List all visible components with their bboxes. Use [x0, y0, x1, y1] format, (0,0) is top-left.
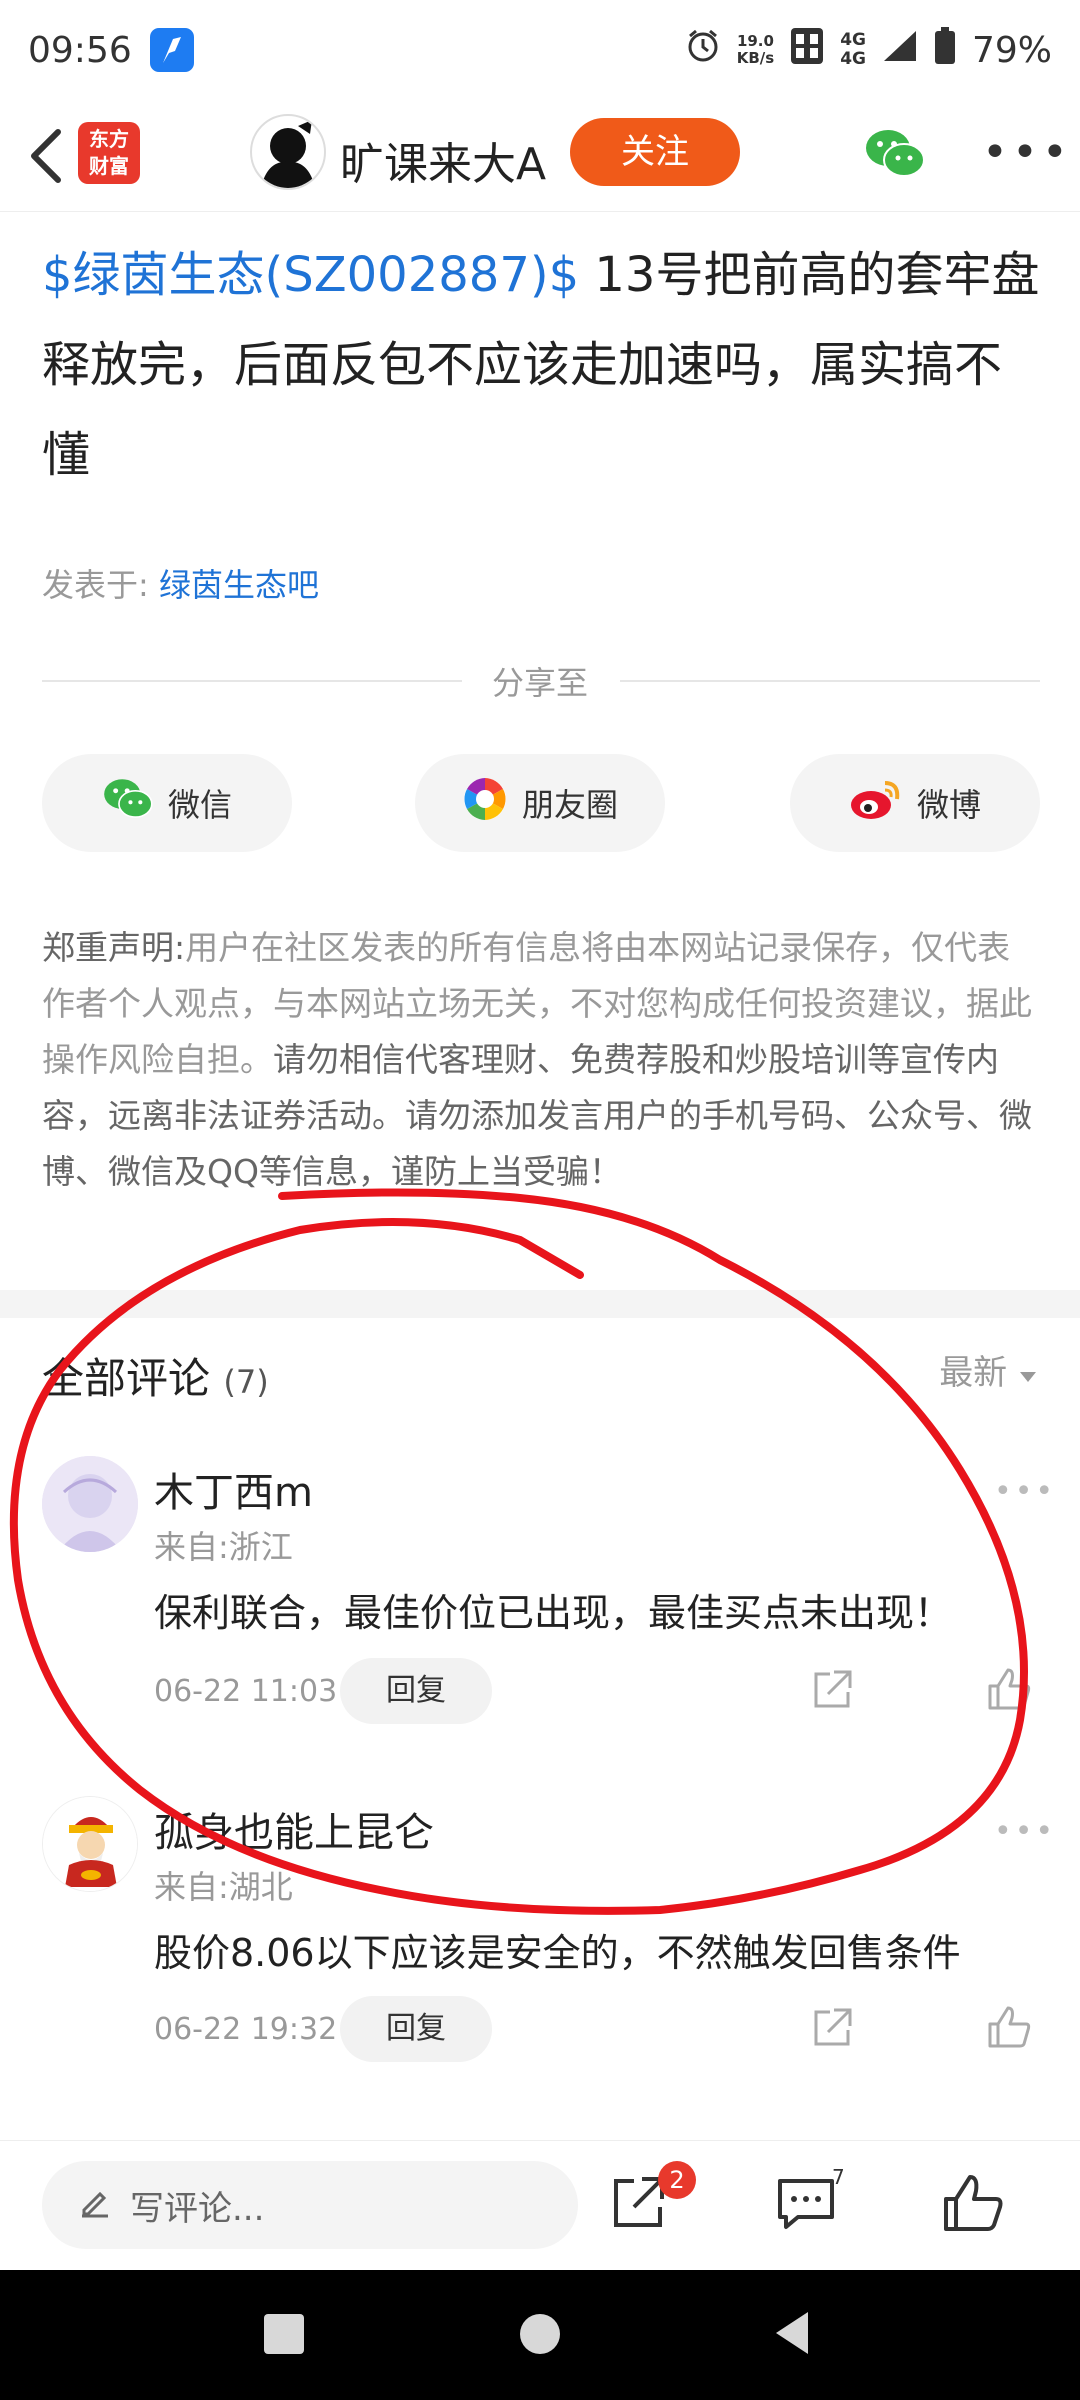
status-time: 09:56: [28, 29, 132, 71]
sort-dropdown[interactable]: 最新: [939, 1345, 1038, 1394]
network-speed: 19.0 KB/s: [736, 32, 775, 67]
caret-down-icon: [1018, 1353, 1038, 1393]
feather-app-icon: [149, 28, 194, 72]
comments-title: 全部评论 (7): [42, 1354, 269, 1403]
comment-more-icon[interactable]: •••: [994, 1814, 1056, 1849]
bottom-action-bar: 写评论... 2 7: [0, 2140, 1080, 2270]
commenter-location: 来自:浙江: [154, 1528, 293, 1566]
pencil-icon: [78, 2184, 112, 2227]
commenter-name[interactable]: 孤身也能上昆仑: [154, 1800, 434, 1858]
commenter-avatar[interactable]: [42, 1456, 138, 1552]
comment-count-badge: 7: [832, 2165, 845, 2189]
disclaimer-title: 郑重声明:: [42, 928, 186, 967]
write-comment-placeholder: 写评论...: [130, 2188, 265, 2229]
share-wechat-label: 微信: [167, 786, 232, 824]
share-moments-label: 朋友圈: [521, 786, 618, 824]
follow-button[interactable]: 关注: [570, 118, 740, 186]
alarm-icon: [685, 28, 721, 73]
comment-like-icon[interactable]: [986, 1666, 1032, 1712]
post-header: 东方 财富 旷课来大A 关注 •••: [0, 100, 1080, 212]
share-weibo-label: 微博: [916, 786, 981, 824]
section-divider: [0, 1290, 1080, 1318]
write-comment-input[interactable]: 写评论...: [42, 2161, 578, 2249]
wechat-share-icon[interactable]: [864, 126, 926, 182]
comment-text: 保利联合，最佳价位已出现，最佳买点未出现！: [154, 1591, 953, 1635]
battery-icon: [934, 26, 956, 74]
comment-share-icon[interactable]: [810, 2006, 854, 2050]
author-name[interactable]: 旷课来大A: [340, 128, 546, 192]
comment-like-icon[interactable]: [986, 2004, 1032, 2050]
battery-level: 79%: [971, 29, 1052, 71]
comment-time: 06-22 11:03: [154, 1674, 338, 1709]
weibo-icon: [849, 777, 903, 829]
share-wechat-button[interactable]: 微信: [42, 754, 292, 852]
more-options-icon[interactable]: •••: [982, 131, 1072, 175]
disclaimer: 郑重声明:用户在社区发表的所有信息将由本网站记录保存，仅代表作者个人观点，与本网…: [42, 920, 1042, 1200]
nav-back-icon[interactable]: [772, 2310, 812, 2360]
stock-bar-link[interactable]: 绿茵生态吧: [159, 566, 319, 604]
share-badge: 2: [658, 2161, 696, 2199]
home-icon[interactable]: [520, 2314, 560, 2354]
like-icon[interactable]: [940, 2171, 1004, 2235]
comment-icon[interactable]: [774, 2171, 838, 2235]
share-moments-button[interactable]: 朋友圈: [415, 754, 665, 852]
signal-icon: [882, 29, 918, 72]
commenter-name[interactable]: 木丁西m: [154, 1460, 313, 1518]
commenter-location: 来自:湖北: [154, 1868, 293, 1906]
reply-button[interactable]: 回复: [340, 1658, 492, 1724]
system-nav-bar: [0, 2270, 1080, 2400]
comment-time: 06-22 19:32: [154, 2012, 338, 2047]
comment-share-icon[interactable]: [810, 1668, 854, 1712]
share-label: 分享至: [491, 664, 588, 702]
comments-count: (7): [223, 1363, 269, 1401]
post-content: $绿茵生态(SZ002887)$ 13号把前高的套牢盘释放完，后面反包不应该走加…: [42, 230, 1042, 500]
commenter-avatar[interactable]: [42, 1796, 138, 1892]
eastmoney-logo[interactable]: 东方 财富: [78, 122, 140, 184]
comment-more-icon[interactable]: •••: [994, 1474, 1056, 1509]
status-bar: 09:56 19.0 KB/s 4G 4G 79%: [0, 0, 1080, 100]
comment-text: 股价8.06以下应该是安全的，不然触发回售条件: [154, 1931, 961, 1975]
share-weibo-button[interactable]: 微博: [790, 754, 1040, 852]
sim-icon: [790, 27, 824, 74]
reply-button[interactable]: 回复: [340, 1996, 492, 2062]
network-type: 4G 4G: [840, 30, 866, 69]
author-avatar[interactable]: [250, 114, 326, 190]
posted-in-label: 发表于:: [42, 566, 149, 604]
wechat-icon: [102, 776, 154, 830]
recent-apps-icon[interactable]: [264, 2314, 304, 2354]
posted-in: 发表于: 绿茵生态吧: [42, 560, 319, 606]
moments-icon: [462, 776, 508, 830]
stock-tag-link[interactable]: $绿茵生态(SZ002887)$: [42, 247, 579, 303]
back-arrow-icon[interactable]: [22, 126, 72, 186]
